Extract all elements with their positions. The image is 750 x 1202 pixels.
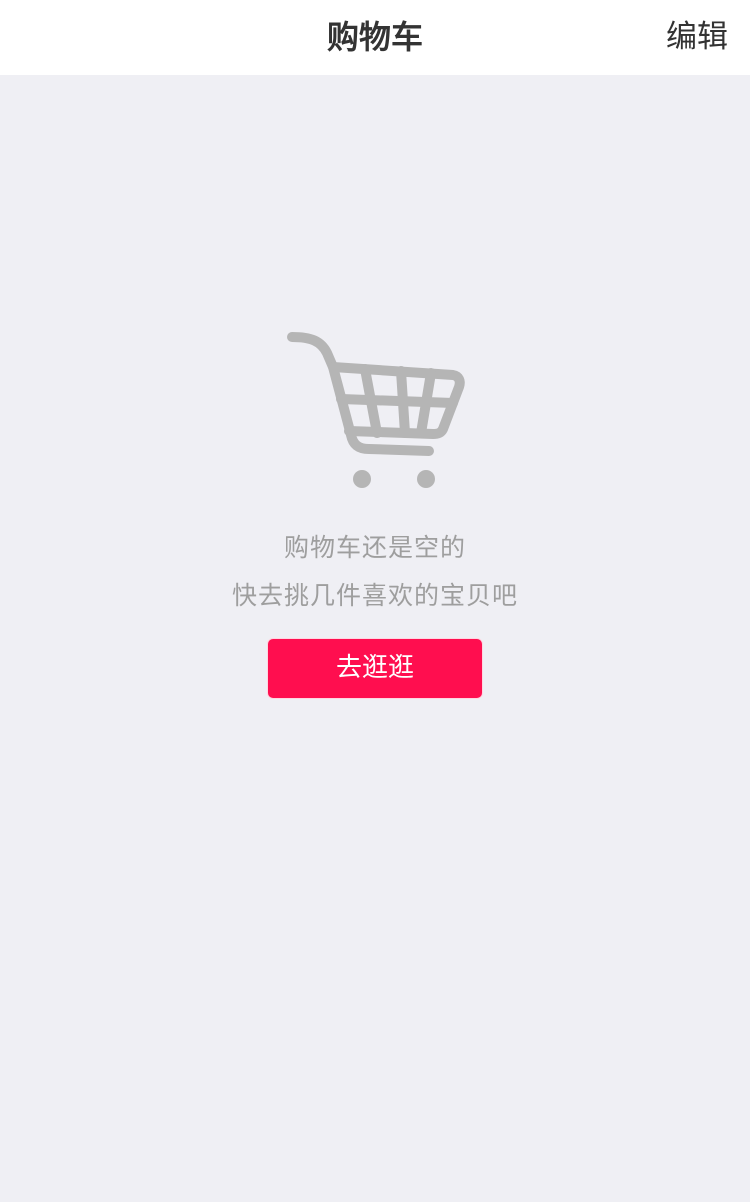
- go-shopping-button[interactable]: 去逛逛: [267, 638, 483, 699]
- top-nav-bar: 购物车 编辑: [0, 0, 750, 75]
- empty-message-line1: 购物车还是空的: [283, 533, 466, 562]
- empty-message-line2: 快去挑几件喜欢的宝贝吧: [231, 581, 518, 610]
- empty-cart-state: 购物车还是空的 快去挑几件喜欢的宝贝吧 去逛逛: [0, 75, 750, 1202]
- shopping-cart-icon: [287, 332, 465, 488]
- edit-button[interactable]: 编辑: [666, 0, 728, 75]
- page-title: 购物车: [326, 18, 423, 56]
